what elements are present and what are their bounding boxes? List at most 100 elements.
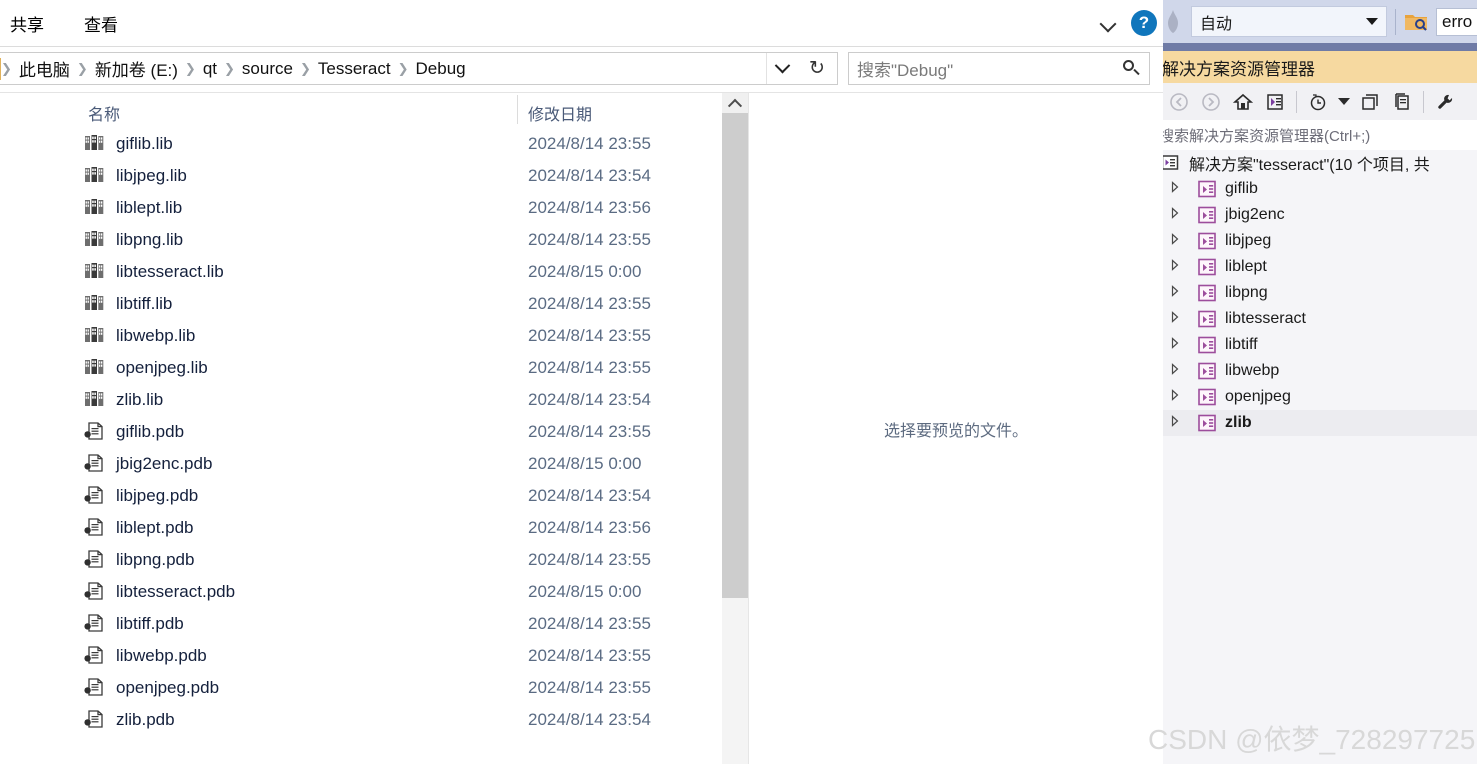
project-label: openjpeg [1225, 388, 1291, 405]
file-name: libpng.pdb [116, 550, 195, 569]
column-separator[interactable] [517, 95, 518, 124]
solution-explorer-search-input[interactable]: 搜索解决方案资源管理器(Ctrl+;) [1163, 120, 1477, 151]
table-row[interactable]: zlib.pdb 2024/8/14 23:54 [58, 704, 748, 736]
table-row[interactable]: jbig2enc.pdb 2024/8/15 0:00 [58, 448, 748, 480]
solution-tree-item-libjpeg[interactable]: libjpeg [1163, 228, 1477, 254]
solution-tree-item-giflib[interactable]: giflib [1163, 176, 1477, 202]
expander-triangle-icon[interactable] [1169, 336, 1187, 354]
table-row[interactable]: libtiff.lib 2024/8/14 23:55 [58, 288, 748, 320]
address-history-dropdown-icon[interactable] [766, 53, 797, 84]
scroll-up-button[interactable] [722, 93, 748, 113]
column-header-name[interactable]: 名称 [88, 101, 120, 125]
chevron-down-icon[interactable] [1366, 18, 1378, 25]
folder-search-icon[interactable] [1404, 11, 1428, 33]
solution-tree-item-libpng[interactable]: libpng [1163, 280, 1477, 306]
expander-triangle-icon[interactable] [1169, 206, 1187, 224]
table-row[interactable]: libtesseract.lib 2024/8/15 0:00 [58, 256, 748, 288]
preview-placeholder-text: 选择要预览的文件。 [883, 422, 1028, 440]
expander-triangle-icon[interactable] [1169, 284, 1187, 302]
error-search-field[interactable]: erro [1436, 7, 1477, 36]
file-name: jbig2enc.pdb [116, 454, 213, 473]
solution-tree-item-openjpeg[interactable]: openjpeg [1163, 384, 1477, 410]
back-icon[interactable] [1166, 89, 1192, 115]
solution-tree-item-zlib[interactable]: zlib [1163, 410, 1477, 436]
home-icon[interactable] [1230, 89, 1256, 115]
table-row[interactable]: giflib.lib 2024/8/14 23:55 [58, 128, 748, 160]
help-icon[interactable]: ? [1131, 10, 1157, 36]
pdb-icon [84, 646, 106, 666]
lib-icon [84, 134, 106, 154]
breadcrumb-separator: ❯ [299, 60, 311, 76]
file-list-pane: 名称 修改日期 giflib.lib 2024/8/14 23:55 libjpeg… [58, 93, 748, 764]
chevron-down-glyph [1338, 98, 1350, 105]
table-row[interactable]: libjpeg.lib 2024/8/14 23:54 [58, 160, 748, 192]
lib-icon [84, 230, 106, 250]
table-row[interactable]: liblept.pdb 2024/8/14 23:56 [58, 512, 748, 544]
breadcrumb[interactable]: ❯ 此电脑 ❯ 新加卷 (E:) ❯ qt ❯ source ❯ Tessera… [0, 52, 838, 85]
breadcrumb-item-this-pc[interactable]: 此电脑 [12, 56, 77, 81]
expander-triangle-icon[interactable] [1169, 414, 1187, 432]
breadcrumb-item-tesseract[interactable]: Tesseract [311, 59, 398, 79]
search-input[interactable]: 搜索"Debug" [848, 52, 1150, 85]
chevron-down-icon[interactable] [1337, 89, 1351, 115]
pdb-icon [84, 582, 106, 602]
table-row[interactable]: openjpeg.pdb 2024/8/14 23:55 [58, 672, 748, 704]
collapse-all-icon[interactable] [1357, 89, 1383, 115]
expander-triangle-icon[interactable] [1169, 362, 1187, 380]
solution-tree-item-libtiff[interactable]: libtiff [1163, 332, 1477, 358]
pending-changes-icon[interactable] [1305, 89, 1331, 115]
file-modified-date: 2024/8/14 23:55 [528, 422, 651, 441]
breadcrumb-separator: ❯ [184, 60, 196, 76]
expander-triangle-icon[interactable] [1169, 388, 1187, 406]
solution-tree-item-libwebp[interactable]: libwebp [1163, 358, 1477, 384]
expander-triangle-icon[interactable] [1169, 310, 1187, 328]
table-row[interactable]: libpng.pdb 2024/8/14 23:55 [58, 544, 748, 576]
table-row[interactable]: libwebp.lib 2024/8/14 23:55 [58, 320, 748, 352]
table-row[interactable]: libtesseract.pdb 2024/8/15 0:00 [58, 576, 748, 608]
ribbon-tab-view[interactable]: 查看 [84, 11, 118, 36]
chevron-down-icon[interactable] [1097, 12, 1119, 34]
breadcrumb-item-debug[interactable]: Debug [409, 59, 473, 79]
toolbar-separator [1395, 8, 1396, 35]
lib-icon [84, 358, 106, 378]
breadcrumb-separator: ❯ [397, 60, 409, 76]
solution-root-node[interactable]: 解决方案"tesseract"(10 个项目, 共 [1163, 150, 1477, 176]
platform-config-dropdown[interactable]: 自动 [1191, 6, 1387, 37]
preview-pane: 选择要预览的文件。 [749, 93, 1163, 764]
table-row[interactable]: libwebp.pdb 2024/8/14 23:55 [58, 640, 748, 672]
solution-explorer-title-bar[interactable]: 解决方案资源管理器 [1163, 51, 1477, 83]
scroll-thumb[interactable] [722, 113, 748, 598]
vs-accent-bar [1163, 43, 1477, 51]
breadcrumb-item-volume-e[interactable]: 新加卷 (E:) [88, 56, 185, 81]
table-row[interactable]: giflib.pdb 2024/8/14 23:55 [58, 416, 748, 448]
forward-icon[interactable] [1198, 89, 1224, 115]
solution-view-icon[interactable] [1262, 89, 1288, 115]
refresh-icon[interactable]: ↻ [799, 53, 835, 84]
solution-tree-item-liblept[interactable]: liblept [1163, 254, 1477, 280]
table-row[interactable]: liblept.lib 2024/8/14 23:56 [58, 192, 748, 224]
file-name: libjpeg.pdb [116, 486, 199, 505]
table-row[interactable]: zlib.lib 2024/8/14 23:54 [58, 384, 748, 416]
breadcrumb-item-qt[interactable]: qt [196, 59, 224, 79]
properties-wrench-icon[interactable] [1432, 89, 1458, 115]
file-name: libtiff.lib [116, 294, 173, 313]
table-row[interactable]: libpng.lib 2024/8/14 23:55 [58, 224, 748, 256]
expander-triangle-icon[interactable] [1169, 232, 1187, 250]
table-row[interactable]: openjpeg.lib 2024/8/14 23:55 [58, 352, 748, 384]
table-row[interactable]: libjpeg.pdb 2024/8/14 23:54 [58, 480, 748, 512]
pdb-icon [84, 678, 106, 698]
file-list-scrollbar[interactable] [722, 93, 748, 764]
ribbon-tab-share[interactable]: 共享 [10, 11, 44, 36]
expander-triangle-icon[interactable] [1169, 180, 1187, 198]
file-name: zlib.lib [116, 390, 164, 409]
search-icon[interactable] [1121, 59, 1141, 79]
file-name: liblept.pdb [116, 518, 194, 537]
solution-tree-item-jbig2enc[interactable]: jbig2enc [1163, 202, 1477, 228]
column-header-date[interactable]: 修改日期 [528, 101, 592, 125]
project-label: libtiff [1225, 336, 1258, 353]
breadcrumb-item-source[interactable]: source [235, 59, 300, 79]
show-all-files-icon[interactable] [1389, 89, 1415, 115]
table-row[interactable]: libtiff.pdb 2024/8/14 23:55 [58, 608, 748, 640]
solution-tree-item-libtesseract[interactable]: libtesseract [1163, 306, 1477, 332]
expander-triangle-icon[interactable] [1169, 258, 1187, 276]
